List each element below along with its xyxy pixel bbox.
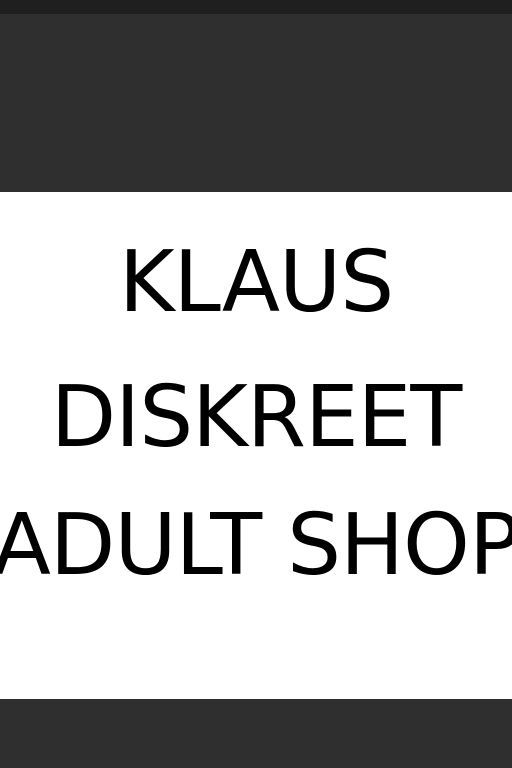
top-strip — [0, 0, 512, 14]
sign-line-3: ADULT SHOP — [0, 496, 512, 595]
screen: KLAUS DISKREET ADULT SHOP — [0, 0, 512, 768]
sign-line-1: KLAUS — [118, 233, 394, 332]
sign-panel: KLAUS DISKREET ADULT SHOP — [0, 192, 512, 699]
sign-line-2: DISKREET — [50, 368, 463, 467]
bottom-dark-band — [0, 699, 512, 768]
top-dark-band — [0, 14, 512, 192]
